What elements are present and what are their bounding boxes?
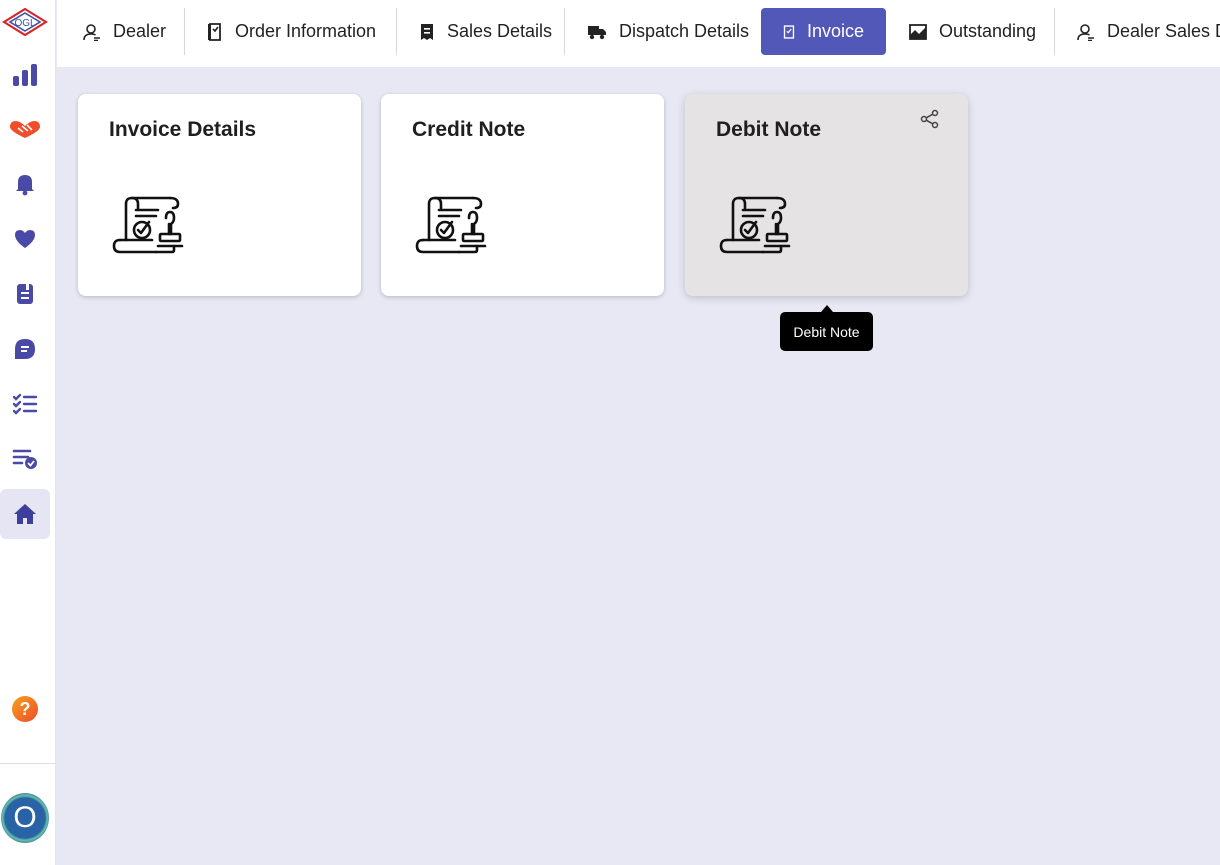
tab-dealer[interactable]: Dealer [61,8,188,55]
tab-label: Order Information [235,21,377,41]
document-icon [17,284,33,304]
question-icon: ? [12,696,38,722]
sidebar-item-documents[interactable] [0,269,50,319]
share-icon[interactable] [920,109,940,129]
card-title: Invoice Details [109,118,257,141]
tab-dispatch-details[interactable]: Dispatch Details [565,8,771,55]
invoice-icon [783,24,795,39]
certificate-stamp-icon [112,196,186,256]
card-title: Credit Note [412,118,526,141]
tab-label: Invoice [806,21,864,41]
sidebar-divider [0,763,56,764]
tab-label: Dispatch Details [619,21,750,41]
tab-label: Sales Details [447,21,553,41]
certificate-stamp-icon [415,196,489,256]
top-navigation: Dealer Order Information Sales Details D… [57,0,1220,67]
sidebar-item-favorites[interactable] [0,214,50,264]
avatar[interactable]: O [1,793,49,843]
home-icon [14,504,36,524]
company-logo[interactable]: OGL [1,7,49,37]
certificate-stamp-icon [719,196,793,256]
sidebar-item-approvals[interactable] [0,434,50,484]
avatar-initial: O [13,801,37,834]
trend-chart-icon [909,23,927,40]
tab-order-information[interactable]: Order Information [185,8,398,55]
heart-icon [15,230,35,248]
user-icon [83,23,100,41]
card-credit-note[interactable]: Credit Note [381,94,664,296]
user-icon [1077,23,1094,41]
chat-icon [15,339,35,359]
tab-label: Dealer Sales Details [1107,21,1220,41]
tab-dealer-sales-details[interactable]: Dealer Sales Details [1055,8,1220,55]
truck-icon [588,25,606,39]
list-check-icon [12,449,37,469]
card-title: Debit Note [716,118,821,141]
receipt-icon [421,23,433,40]
svg-text:?: ? [20,699,31,719]
tab-invoice[interactable]: Invoice [761,8,886,55]
tab-sales-details[interactable]: Sales Details [397,8,574,55]
help-button[interactable]: ? [0,684,50,734]
sidebar-item-tasks[interactable] [0,379,50,429]
sidebar-item-notifications[interactable] [0,159,50,209]
bar-chart-icon [13,64,37,86]
sidebar-item-home[interactable] [0,489,50,539]
sidebar: OGL ? O [0,0,56,865]
sidebar-item-handshake[interactable] [0,104,50,154]
tab-label: Dealer [113,21,167,41]
tab-label: Outstanding [939,21,1037,41]
handshake-icon [10,121,40,138]
tooltip: Debit Note [780,305,873,351]
card-debit-note[interactable]: Debit Note [685,94,968,296]
checklist-icon [12,393,38,415]
sidebar-item-analytics[interactable] [0,50,50,100]
order-icon [208,22,221,41]
svg-text:OGL: OGL [14,18,36,29]
tab-outstanding[interactable]: Outstanding [887,8,1058,55]
card-invoice-details[interactable]: Invoice Details [78,94,361,296]
sidebar-item-messages[interactable] [0,324,50,374]
bell-icon [16,175,34,196]
